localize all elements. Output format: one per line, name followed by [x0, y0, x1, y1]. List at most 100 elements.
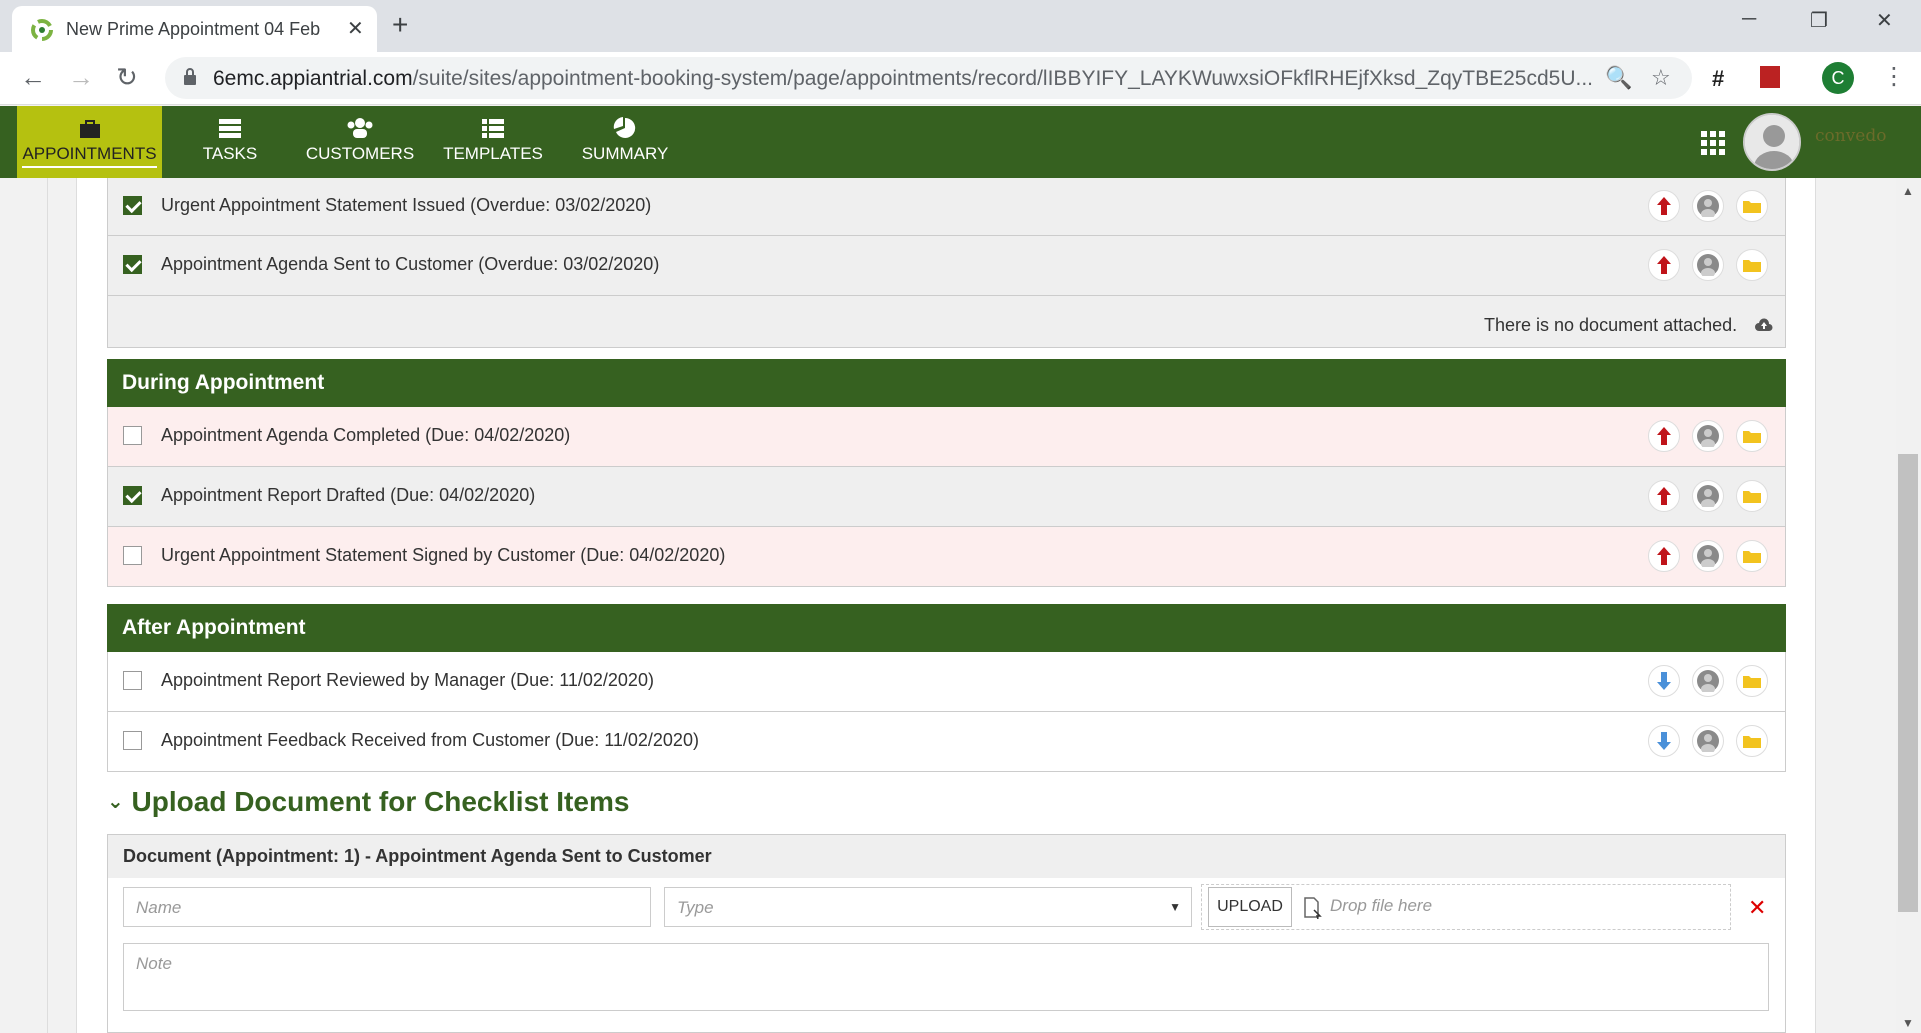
briefcase-icon — [79, 120, 100, 138]
checklist-row: Appointment Report Reviewed by Manager (… — [107, 652, 1786, 712]
checklist-label: Appointment Feedback Received from Custo… — [161, 730, 699, 750]
user-silhouette-icon — [1745, 115, 1799, 169]
address-bar[interactable]: 6emc.appiantrial.com/suite/sites/appoint… — [165, 57, 1692, 99]
assignee-icon[interactable] — [1692, 665, 1724, 697]
bookmark-star-icon[interactable]: ☆ — [1651, 65, 1671, 91]
priority-high-icon[interactable] — [1648, 480, 1680, 512]
tasks-list-icon — [219, 119, 241, 138]
zoom-icon[interactable]: 🔍 — [1605, 65, 1632, 91]
file-drop-icon — [1304, 897, 1322, 919]
checklist-checkbox[interactable] — [123, 546, 142, 565]
browser-tabbar: New Prime Appointment 04 Feb ✕ + ─ ❐ ✕ — [0, 0, 1921, 52]
appian-favicon-icon — [31, 19, 53, 41]
checklist-checkbox[interactable] — [123, 671, 142, 690]
chevron-down-icon: ⌄ — [107, 791, 124, 813]
section-header: During Appointment — [107, 359, 1786, 407]
cloud-upload-icon[interactable] — [1754, 317, 1774, 333]
priority-low-icon[interactable] — [1648, 665, 1680, 697]
checklist-checkbox[interactable] — [123, 486, 142, 505]
profile-avatar[interactable]: C — [1822, 62, 1854, 94]
assignee-icon[interactable] — [1692, 540, 1724, 572]
scroll-down-icon[interactable]: ▼ — [1902, 1016, 1914, 1030]
document-header: Document (Appointment: 1) - Appointment … — [108, 835, 1785, 878]
checklist-label: Appointment Agenda Sent to Customer (Ove… — [161, 254, 660, 274]
note-textarea[interactable]: Note — [123, 943, 1769, 1011]
extension-pdf-icon[interactable] — [1760, 66, 1780, 88]
assignee-icon[interactable] — [1692, 249, 1724, 281]
folder-icon[interactable] — [1736, 420, 1768, 452]
name-input[interactable]: Name — [123, 887, 651, 927]
back-icon[interactable]: ← — [20, 62, 46, 92]
user-avatar[interactable] — [1743, 113, 1801, 171]
forward-icon[interactable]: → — [68, 62, 94, 92]
scroll-up-icon[interactable]: ▲ — [1902, 184, 1914, 198]
new-tab-icon[interactable]: + — [392, 10, 408, 40]
folder-icon[interactable] — [1736, 190, 1768, 222]
priority-high-icon[interactable] — [1648, 190, 1680, 222]
nav-tasks[interactable]: TASKS — [170, 106, 290, 178]
tab-close-icon[interactable]: ✕ — [347, 18, 364, 40]
after-appointment-section: After Appointment Appointment Report Rev… — [107, 604, 1786, 772]
checklist-row: Appointment Agenda Completed (Due: 04/02… — [107, 407, 1786, 467]
folder-icon[interactable] — [1736, 480, 1768, 512]
extension-hash-icon[interactable]: # — [1712, 66, 1724, 92]
pie-chart-icon — [613, 117, 636, 138]
upload-button[interactable]: UPLOAD — [1208, 887, 1292, 927]
reload-icon[interactable]: ↻ — [116, 62, 138, 92]
folder-icon[interactable] — [1736, 249, 1768, 281]
users-icon — [347, 118, 373, 138]
assignee-icon[interactable] — [1692, 420, 1724, 452]
nav-appointments[interactable]: APPOINTMENTS — [17, 106, 162, 178]
checklist-label: Appointment Report Drafted (Due: 04/02/2… — [161, 485, 536, 505]
checklist-row: Appointment Report Drafted (Due: 04/02/2… — [107, 467, 1786, 527]
checklist-checkbox[interactable] — [123, 255, 142, 274]
drop-file-text: Drop file here — [1330, 896, 1433, 915]
tab-title: New Prime Appointment 04 Feb — [66, 19, 321, 39]
folder-icon[interactable] — [1736, 540, 1768, 572]
checklist-label: Urgent Appointment Statement Issued (Ove… — [161, 195, 652, 215]
restore-icon[interactable]: ❐ — [1810, 8, 1828, 33]
browser-tab[interactable]: New Prime Appointment 04 Feb ✕ — [12, 6, 377, 52]
checklist-row: Urgent Appointment Statement Issued (Ove… — [107, 178, 1786, 236]
checklist-checkbox[interactable] — [123, 731, 142, 750]
checklist-label: Urgent Appointment Statement Signed by C… — [161, 545, 726, 565]
app-header: APPOINTMENTS TASKS CUSTOMERS TEMPLATES S… — [0, 106, 1921, 178]
checklist-label: Appointment Agenda Completed (Due: 04/02… — [161, 425, 571, 445]
caret-down-icon: ▼ — [1169, 900, 1181, 914]
page-body: Urgent Appointment Statement Issued (Ove… — [0, 178, 1921, 1033]
url-text: 6emc.appiantrial.com/suite/sites/appoint… — [213, 67, 1593, 90]
checklist-row: Urgent Appointment Statement Signed by C… — [107, 527, 1786, 587]
assignee-icon[interactable] — [1692, 480, 1724, 512]
checklist-checkbox[interactable] — [123, 426, 142, 445]
left-gutter — [0, 178, 48, 1033]
checklist-row: Appointment Agenda Sent to Customer (Ove… — [107, 236, 1786, 296]
nav-summary[interactable]: SUMMARY — [565, 106, 685, 178]
no-document-text: There is no document attached. — [1484, 315, 1774, 336]
assignee-icon[interactable] — [1692, 190, 1724, 222]
priority-high-icon[interactable] — [1648, 540, 1680, 572]
apps-grid-icon[interactable] — [1700, 130, 1726, 156]
upload-section-toggle[interactable]: ⌄ Upload Document for Checklist Items — [107, 786, 629, 818]
assignee-icon[interactable] — [1692, 725, 1724, 757]
nav-templates[interactable]: TEMPLATES — [433, 106, 553, 178]
priority-high-icon[interactable] — [1648, 420, 1680, 452]
lock-icon — [184, 68, 196, 85]
close-window-icon[interactable]: ✕ — [1876, 8, 1893, 33]
minimize-icon[interactable]: ─ — [1742, 8, 1756, 31]
priority-low-icon[interactable] — [1648, 725, 1680, 757]
folder-icon[interactable] — [1736, 665, 1768, 697]
priority-high-icon[interactable] — [1648, 249, 1680, 281]
during-appointment-section: During Appointment Appointment Agenda Co… — [107, 359, 1786, 587]
folder-icon[interactable] — [1736, 725, 1768, 757]
type-dropdown[interactable]: Type ▼ — [664, 887, 1192, 927]
document-upload-card: Document (Appointment: 1) - Appointment … — [107, 834, 1786, 1033]
browser-menu-icon[interactable]: ⋮ — [1882, 62, 1906, 91]
checklist-checkbox[interactable] — [123, 196, 142, 215]
nav-customers[interactable]: CUSTOMERS — [300, 106, 420, 178]
remove-document-icon[interactable]: ✕ — [1748, 895, 1766, 921]
section-header: After Appointment — [107, 604, 1786, 652]
scrollbar-thumb[interactable] — [1898, 454, 1918, 912]
templates-icon — [482, 119, 504, 138]
browser-toolbar: ← → ↻ 6emc.appiantrial.com/suite/sites/a… — [0, 52, 1921, 105]
checklist-label: Appointment Report Reviewed by Manager (… — [161, 670, 654, 690]
